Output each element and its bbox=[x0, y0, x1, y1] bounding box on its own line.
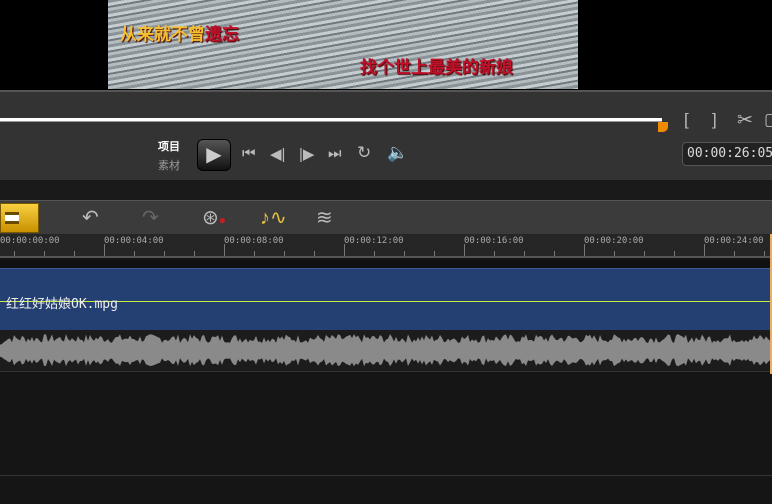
mode-clip[interactable]: 素材 bbox=[158, 157, 180, 176]
ruler-tick bbox=[584, 244, 585, 256]
clip-name: 红红好姑娘OK.mpg bbox=[6, 297, 118, 312]
undo-icon[interactable]: ↶ bbox=[82, 205, 99, 230]
ruler-label: 00:00:16:00 bbox=[464, 236, 524, 246]
repeat-icon[interactable]: ↻ bbox=[357, 143, 371, 163]
lyric-line-1: 从来就不曾遗忘 bbox=[120, 20, 239, 45]
ruler-tick bbox=[494, 251, 495, 256]
ruler-label: 00:00:12:00 bbox=[344, 236, 404, 246]
next-frame-icon[interactable]: |▶ bbox=[299, 145, 314, 163]
ruler-tick bbox=[104, 244, 105, 256]
record-capture-icon[interactable]: ⊛● bbox=[202, 205, 226, 230]
ruler-tick bbox=[44, 251, 45, 256]
timeline-toolbar: ↶ ↷ ⊛● ♪∿ ≋ bbox=[0, 200, 772, 234]
mark-in-button[interactable]: [ bbox=[684, 110, 689, 130]
ruler-label: 00:00:04:00 bbox=[104, 236, 164, 246]
snapshot-icon[interactable]: ▢ bbox=[764, 110, 772, 130]
lyric-sung: 从来就不曾 bbox=[120, 25, 205, 45]
ruler-tick bbox=[554, 251, 555, 256]
mode-project[interactable]: 项目 bbox=[158, 138, 180, 157]
ruler-tick bbox=[254, 251, 255, 256]
ruler-tick bbox=[194, 251, 195, 256]
timeline-view-button[interactable] bbox=[0, 203, 39, 233]
waveform bbox=[0, 334, 770, 367]
divider bbox=[0, 180, 772, 200]
ruler-tick bbox=[344, 244, 345, 256]
ruler-tick bbox=[374, 251, 375, 256]
track-divider bbox=[0, 475, 772, 476]
ruler-tick bbox=[404, 251, 405, 256]
go-to-end-icon[interactable]: ⏭ bbox=[328, 145, 342, 162]
video-frame: 从来就不曾遗忘 找个世上最美的新娘 bbox=[108, 0, 578, 89]
ruler-label: 00:00:08:00 bbox=[224, 236, 284, 246]
audio-mix-icon[interactable]: ♪∿ bbox=[260, 205, 287, 230]
previous-frame-icon[interactable]: ◀| bbox=[270, 145, 285, 163]
ruler-tick bbox=[14, 251, 15, 256]
go-to-start-icon[interactable]: ⏮ bbox=[242, 145, 256, 162]
ruler-tick bbox=[434, 251, 435, 256]
scrub-handle[interactable] bbox=[658, 122, 668, 132]
play-button[interactable]: ▶ bbox=[197, 139, 231, 171]
ruler-label: 00:00:24:00 bbox=[704, 236, 764, 246]
ruler-tick bbox=[284, 251, 285, 256]
ruler-tick bbox=[314, 251, 315, 256]
playback-controls: [ ] ✂ ▢ 项目 素材 ▶ ⏮ ◀| |▶ ⏭ ↻ 🔈 00:00:26:0… bbox=[0, 90, 772, 180]
ruler-tick bbox=[464, 244, 465, 256]
mark-out-button[interactable]: ] bbox=[712, 110, 717, 130]
ruler-tick bbox=[674, 251, 675, 256]
mode-switch[interactable]: 项目 素材 bbox=[158, 138, 180, 176]
ruler-tick bbox=[74, 251, 75, 256]
ruler-tick bbox=[614, 251, 615, 256]
divider bbox=[0, 260, 772, 268]
auto-music-icon[interactable]: ≋ bbox=[316, 205, 333, 230]
ruler-tick bbox=[164, 251, 165, 256]
ruler-tick bbox=[734, 251, 735, 256]
volume-icon[interactable]: 🔈 bbox=[387, 143, 408, 163]
preview-area: 从来就不曾遗忘 找个世上最美的新娘 bbox=[0, 0, 772, 90]
ruler-tick bbox=[524, 251, 525, 256]
ruler-tick bbox=[704, 244, 705, 256]
ruler-tick bbox=[764, 251, 765, 256]
ruler-tick bbox=[134, 251, 135, 256]
timecode-display[interactable]: 00:00:26:05 bbox=[682, 142, 772, 166]
scissors-icon[interactable]: ✂ bbox=[737, 109, 753, 132]
lyric-highlight: 遗忘 bbox=[205, 25, 239, 45]
scrub-bar[interactable] bbox=[0, 118, 662, 122]
redo-icon[interactable]: ↷ bbox=[142, 205, 159, 230]
audio-waveform bbox=[0, 330, 770, 372]
timeline-ruler[interactable]: 00:00:00:00 00:00:04:00 00:00:08:00 00:00:1… bbox=[0, 234, 772, 258]
ruler-label: 00:00:20:00 bbox=[584, 236, 644, 246]
lyric-line-2: 找个世上最美的新娘 bbox=[360, 58, 513, 78]
ruler-label: 00:00:00:00 bbox=[0, 236, 60, 246]
ruler-tick bbox=[644, 251, 645, 256]
video-track[interactable]: 红红好姑娘OK.mpg bbox=[0, 268, 770, 330]
ruler-tick bbox=[224, 244, 225, 256]
